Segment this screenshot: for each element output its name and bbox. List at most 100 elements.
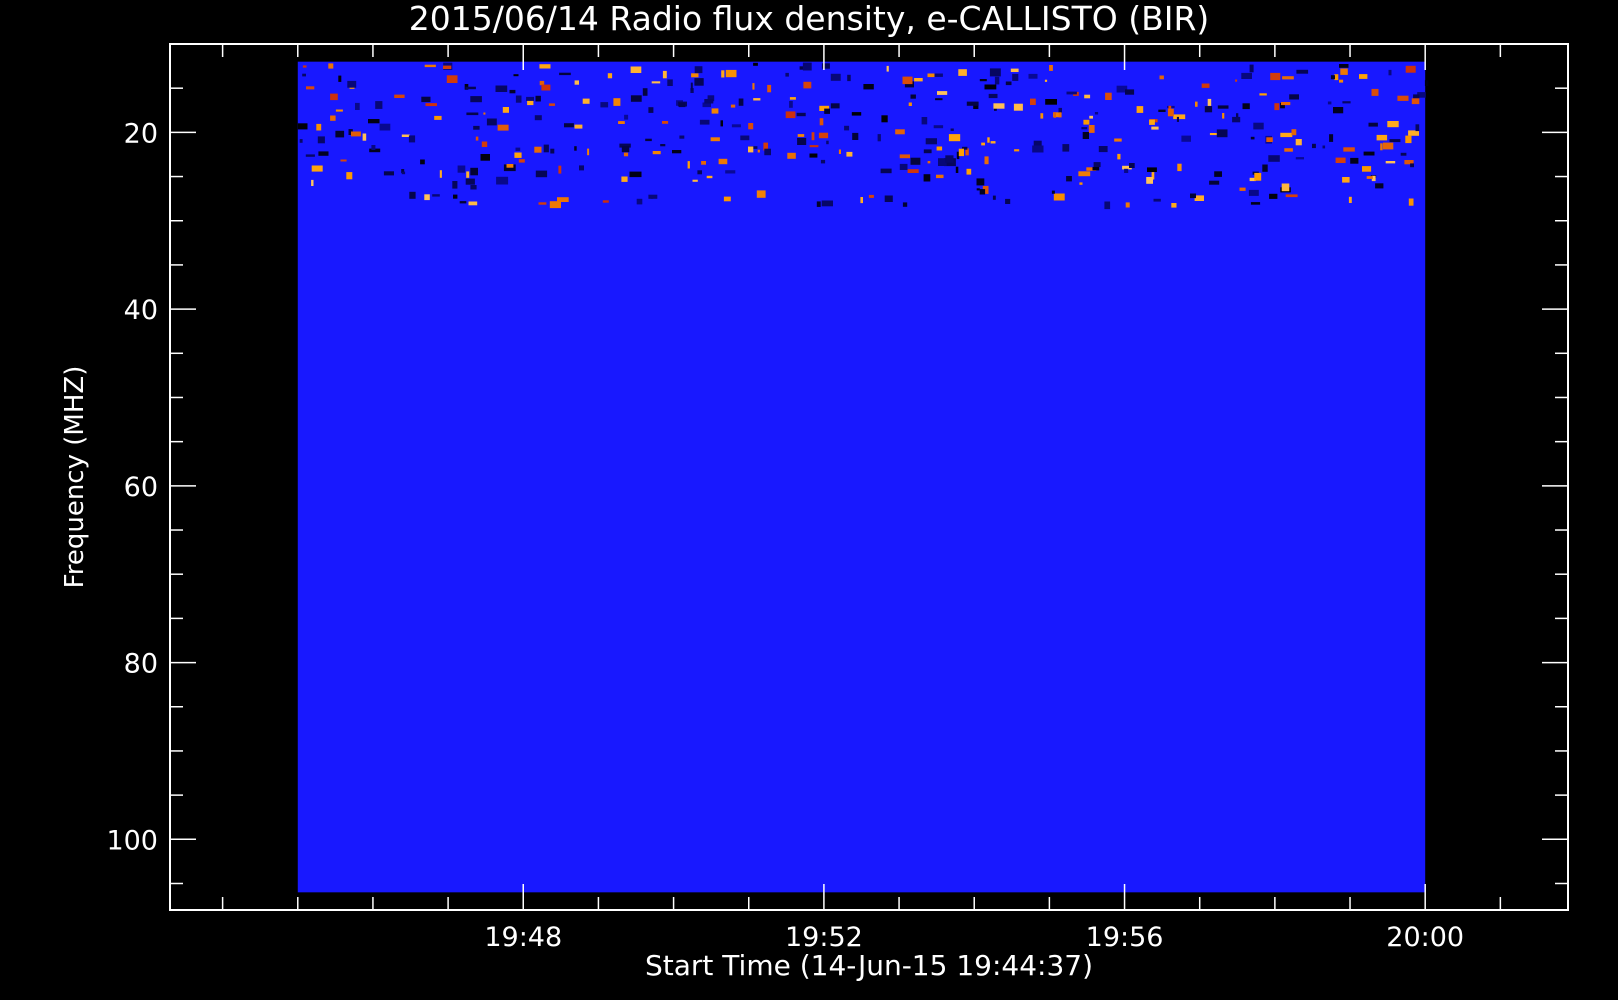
heatmap-cell	[518, 159, 525, 163]
heatmap-cell	[701, 161, 706, 165]
heatmap-cell	[1066, 176, 1072, 182]
heatmap-cell	[338, 75, 342, 82]
heatmap-cell	[355, 102, 360, 110]
heatmap-cell	[756, 190, 766, 198]
heatmap-cell	[868, 194, 874, 198]
heatmap-cell	[1268, 155, 1280, 162]
heatmap-cell	[1030, 98, 1036, 105]
heatmap-cell	[1173, 114, 1186, 120]
heatmap-cell	[1153, 198, 1161, 202]
heatmap-cell	[408, 135, 416, 143]
heatmap-cell	[1410, 163, 1414, 168]
heatmap-cell	[1281, 183, 1290, 192]
heatmap-cell	[1339, 79, 1344, 83]
heatmap-cell	[424, 194, 430, 201]
heatmap-cell	[1411, 98, 1420, 105]
heatmap-cell	[457, 165, 466, 173]
heatmap-cell	[1158, 109, 1166, 112]
heatmap-cell	[1005, 198, 1011, 204]
heatmap-cell	[579, 165, 584, 171]
heatmap-cell	[1159, 75, 1164, 80]
heatmap-cell	[877, 134, 881, 142]
heatmap-cell	[706, 175, 713, 179]
heatmap-cell	[453, 194, 458, 199]
heatmap-cell	[311, 179, 314, 186]
heatmap-cell	[1176, 116, 1179, 122]
heatmap-cell	[990, 141, 996, 144]
heatmap-cell	[816, 201, 821, 207]
heatmap-cell	[559, 72, 571, 76]
heatmap-cell	[860, 197, 863, 204]
heatmap-cell	[328, 63, 334, 69]
heatmap-cell	[1040, 113, 1044, 119]
heatmap-cell	[534, 146, 542, 153]
heatmap-cell	[539, 80, 545, 86]
heatmap-cell	[1005, 81, 1012, 86]
heatmap-cell	[311, 165, 323, 172]
heatmap-cell	[1214, 171, 1222, 177]
heatmap-cell	[993, 103, 1005, 109]
heatmap-cell	[480, 154, 490, 161]
heatmap-cell	[1098, 146, 1108, 153]
heatmap-cell	[1249, 64, 1254, 73]
heatmap-cell	[720, 120, 723, 127]
heatmap-cell	[526, 96, 534, 101]
heatmap-cell	[1216, 129, 1228, 138]
heatmap-cell	[379, 123, 391, 131]
heatmap-cell	[1270, 72, 1281, 81]
heatmap-cell	[1058, 107, 1062, 113]
heatmap-cell	[1081, 127, 1088, 130]
heatmap-cell	[452, 181, 458, 189]
heatmap-cell	[994, 76, 1000, 85]
heatmap-cell	[1078, 171, 1091, 177]
heatmap-cell	[618, 121, 625, 124]
heatmap-cell	[1012, 73, 1019, 81]
heatmap-cell	[1177, 163, 1182, 172]
heatmap-cell	[796, 112, 806, 117]
heatmap-cell	[1280, 132, 1293, 138]
heatmap-cell	[1151, 126, 1159, 130]
heatmap-cell	[340, 159, 347, 162]
heatmap-cell	[811, 132, 815, 141]
heatmap-cell	[1388, 69, 1392, 76]
heatmap-cell	[1250, 136, 1255, 140]
heatmap-cell	[368, 119, 380, 124]
heatmap-cell	[1262, 164, 1268, 172]
heatmap-cell	[401, 134, 410, 137]
heatmap-cell	[945, 155, 954, 163]
heatmap-cell	[691, 73, 699, 78]
heatmap-cell	[305, 154, 315, 157]
heatmap-cell	[383, 171, 394, 176]
heatmap-cell	[502, 107, 509, 113]
heatmap-cell	[330, 93, 338, 101]
heatmap-cell	[1363, 151, 1375, 156]
heatmap-cell	[425, 103, 437, 107]
heatmap-cell	[470, 96, 482, 103]
heatmap-cell	[723, 196, 731, 202]
heatmap-cell	[459, 201, 467, 204]
heatmap-cell	[1413, 94, 1420, 99]
heatmap-cell	[439, 170, 442, 178]
heatmap-cell	[690, 82, 693, 91]
heatmap-cell	[466, 171, 470, 178]
heatmap-cell	[1082, 132, 1089, 139]
heatmap-cell	[884, 195, 893, 202]
heatmap-cell	[1149, 119, 1155, 125]
heatmap-cell	[645, 138, 652, 142]
heatmap-cell	[976, 178, 985, 186]
heatmap-cell	[1181, 135, 1191, 142]
heatmap-cell	[725, 69, 737, 78]
heatmap-cell	[1269, 193, 1278, 199]
heatmap-cell	[699, 119, 710, 125]
heatmap-cell	[1400, 152, 1407, 156]
heatmap-cell	[1089, 115, 1093, 119]
x-tick-label: 19:48	[484, 922, 562, 953]
heatmap-cell	[895, 129, 905, 135]
heatmap-cell	[302, 65, 307, 68]
heatmap-cell	[1079, 182, 1083, 185]
heatmap-cell	[1028, 73, 1038, 79]
heatmap-cell	[1147, 167, 1157, 172]
heatmap-cell	[473, 125, 480, 130]
x-tick-label: 20:00	[1386, 922, 1464, 953]
heatmap-cell	[648, 107, 654, 113]
